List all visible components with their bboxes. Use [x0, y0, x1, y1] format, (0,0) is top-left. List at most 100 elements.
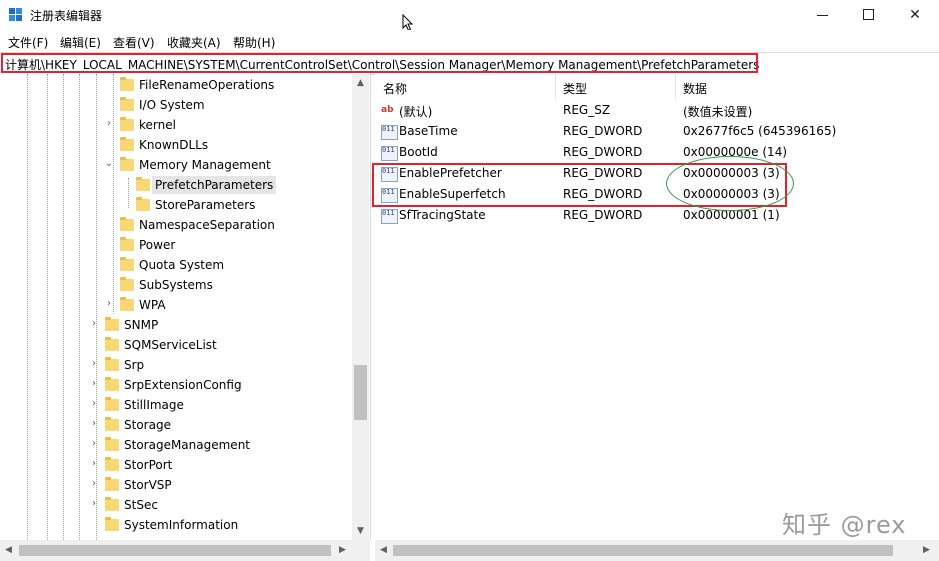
minimize-button[interactable] [800, 0, 846, 30]
folder-icon [120, 77, 134, 91]
tree-item[interactable]: › Storage [0, 415, 352, 435]
minimize-icon [817, 15, 828, 16]
folder-icon [136, 197, 150, 211]
tree-item[interactable]: NamespaceSeparation [0, 215, 352, 235]
tree-item[interactable]: › StorageManagement [0, 435, 352, 455]
value-name: (默认) [399, 105, 433, 119]
folder-icon [120, 117, 134, 131]
tree-item-label: KnownDLLs [139, 138, 209, 152]
value-row[interactable]: 011 110BootIdREG_DWORD0x0000000e (14) [375, 142, 935, 163]
scroll-left-icon[interactable]: ◀ [5, 545, 12, 555]
value-type: REG_DWORD [563, 124, 643, 138]
tree-item[interactable]: SubSystems [0, 275, 352, 295]
chevron-right-icon[interactable]: › [89, 318, 99, 329]
tree-item[interactable]: › SNMP [0, 315, 352, 335]
chevron-down-icon[interactable]: ⌄ [104, 158, 114, 169]
folder-icon [105, 437, 119, 451]
value-type: REG_SZ [563, 103, 611, 117]
close-button[interactable]: ✕ [892, 0, 938, 30]
data-annotation-ellipse [666, 156, 794, 211]
zhihu-watermark: 知乎 @rex [782, 511, 907, 539]
tree-item-label: SystemInformation [124, 518, 239, 532]
folder-icon [105, 497, 119, 511]
folder-icon [105, 457, 119, 471]
value-type: REG_DWORD [563, 208, 643, 222]
values-list[interactable]: 名称 类型 数据 ab(默认)REG_SZ(数值未设置)011 110BaseT… [375, 74, 939, 540]
tree-item-label: PrefetchParameters [155, 178, 274, 192]
tree-item[interactable]: › StSec [0, 495, 352, 515]
tree-item[interactable]: › SrpExtensionConfig [0, 375, 352, 395]
tree-item[interactable]: I/O System [0, 95, 352, 115]
folder-icon [105, 397, 119, 411]
folder-icon [105, 377, 119, 391]
column-header-data[interactable]: 数据 [683, 80, 707, 97]
tree-item[interactable]: KnownDLLs [0, 135, 352, 155]
tree-item[interactable]: SQMServiceList [0, 335, 352, 355]
folder-icon [120, 97, 134, 111]
scroll-down-icon[interactable]: ▼ [357, 526, 364, 536]
folder-icon [120, 297, 134, 311]
chevron-right-icon[interactable]: › [89, 398, 99, 409]
tree-item[interactable]: Power [0, 235, 352, 255]
tree-item[interactable]: FileRenameOperations [0, 75, 352, 95]
value-row[interactable]: 011 110BaseTime REG_DWORD 0x2677f6c5 (6453… [375, 121, 935, 142]
chevron-right-icon[interactable]: › [89, 378, 99, 389]
tree-item-label: SubSystems [139, 278, 213, 292]
menu-edit[interactable]: 编辑(E) [60, 34, 101, 51]
tree-item-label: NamespaceSeparation [139, 218, 275, 232]
column-header-name[interactable]: 名称 [383, 80, 407, 97]
scroll-left-icon[interactable]: ◀ [380, 545, 387, 555]
chevron-right-icon[interactable]: › [89, 498, 99, 509]
chevron-right-icon[interactable]: › [89, 438, 99, 449]
tree-item-label: SQMServiceList [124, 338, 217, 352]
value-row[interactable]: 011 110SfTracingStateREG_DWORD0x00000001… [375, 205, 935, 226]
folder-icon [105, 517, 119, 531]
tree-item[interactable]: PrefetchParameters [0, 175, 352, 195]
tree-item-label: Quota System [139, 258, 225, 272]
tree-item[interactable]: › StillImage [0, 395, 352, 415]
column-separator[interactable] [675, 74, 676, 100]
column-header-type[interactable]: 类型 [563, 80, 587, 97]
folder-icon [120, 217, 134, 231]
maximize-button[interactable] [846, 0, 892, 30]
registry-tree[interactable]: FileRenameOperations I/O System › kernel Kno… [0, 74, 371, 540]
tree-vertical-scroll-thumb[interactable] [354, 365, 367, 420]
scroll-up-icon[interactable]: ▲ [357, 78, 364, 88]
list-horizontal-scroll-thumb[interactable] [393, 545, 893, 556]
chevron-right-icon[interactable]: › [89, 358, 99, 369]
menu-favorites[interactable]: 收藏夹(A) [167, 34, 221, 51]
tree-horizontal-scroll-thumb[interactable] [19, 545, 331, 556]
tree-item[interactable]: › StorPort [0, 455, 352, 475]
tree-item[interactable]: › StorVSP [0, 475, 352, 495]
value-row[interactable]: ab (默认) REG_SZ (数值未设置) [375, 100, 935, 121]
binary-value-icon: 011 110 [381, 209, 398, 224]
tree-item-label: kernel [139, 118, 176, 132]
scroll-right-icon[interactable]: ▶ [339, 545, 346, 555]
column-separator[interactable] [555, 74, 556, 100]
folder-icon [136, 177, 150, 191]
window-title: 注册表编辑器 [30, 9, 103, 23]
tree-item[interactable]: Quota System [0, 255, 352, 275]
menu-file[interactable]: 文件(F) [8, 34, 48, 51]
menu-view[interactable]: 查看(V) [113, 34, 155, 51]
chevron-right-icon[interactable]: › [89, 418, 99, 429]
chevron-right-icon[interactable]: › [89, 458, 99, 469]
tree-item-label: StoreParameters [155, 198, 256, 212]
tree-item[interactable]: › WPA [0, 295, 352, 315]
tree-item[interactable]: StoreParameters [0, 195, 352, 215]
tree-item[interactable]: › Srp [0, 355, 352, 375]
chevron-right-icon[interactable]: › [104, 298, 114, 309]
folder-icon [120, 257, 134, 271]
tree-item[interactable]: ⌄ Memory Management [0, 155, 352, 175]
scroll-right-icon[interactable]: ▶ [923, 545, 930, 555]
tree-item[interactable]: › kernel [0, 115, 352, 135]
folder-icon [120, 157, 134, 171]
value-type: REG_DWORD [563, 145, 643, 159]
chevron-right-icon[interactable]: › [89, 478, 99, 489]
chevron-right-icon[interactable]: › [104, 118, 114, 129]
menu-help[interactable]: 帮助(H) [233, 34, 275, 51]
tree-item-label: Srp [124, 358, 145, 372]
tree-item-label: StillImage [124, 398, 184, 412]
tree-vertical-scrollbar[interactable]: ▲ ▼ [352, 74, 369, 540]
tree-item[interactable]: SystemInformation [0, 515, 352, 535]
